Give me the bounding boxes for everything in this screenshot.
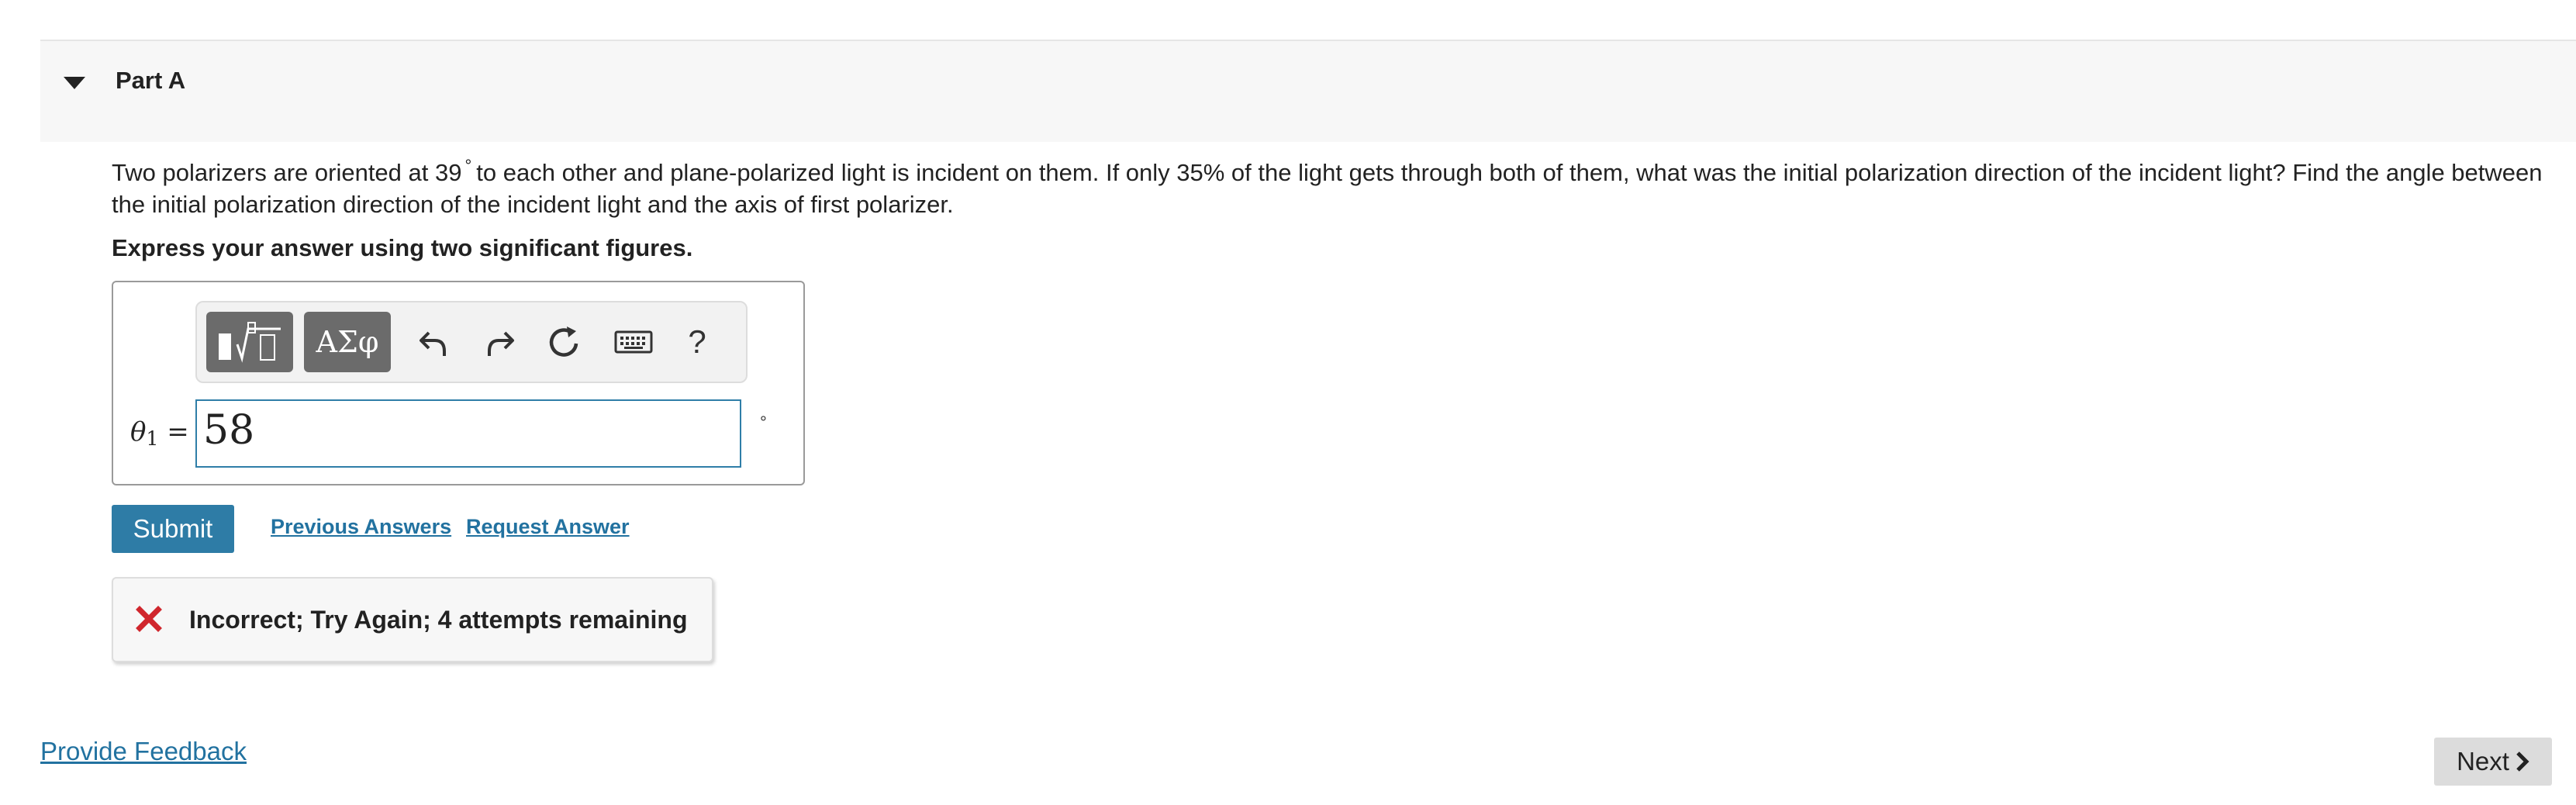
help-label: ?	[688, 323, 706, 360]
keyboard-icon	[614, 330, 653, 354]
degree-symbol: °	[464, 156, 472, 175]
variable-label: θ1 =	[130, 416, 189, 450]
question-text-end: to each other and plane-polarized light …	[112, 159, 2543, 218]
next-button[interactable]: Next	[2434, 738, 2552, 786]
answer-instruction: Express your answer using two significan…	[112, 234, 693, 261]
answer-input[interactable]: 58	[195, 399, 741, 468]
help-button[interactable]: ?	[672, 316, 723, 368]
reset-button[interactable]	[538, 316, 589, 368]
degree-unit: °	[760, 413, 767, 432]
chevron-right-icon	[2516, 751, 2529, 772]
question-text: Two polarizers are oriented at 39 ° to eac…	[112, 156, 2547, 219]
part-title: Part A	[116, 67, 186, 94]
variable-symbol: θ	[130, 416, 147, 447]
reset-icon	[549, 326, 578, 357]
keyboard-button[interactable]	[608, 316, 659, 368]
part-header[interactable]	[40, 41, 2576, 142]
incorrect-x-icon	[136, 606, 162, 632]
undo-button[interactable]	[408, 316, 459, 368]
fraction-sqrt-templates-icon	[219, 322, 281, 363]
question-text-start: Two polarizers are oriented at 39	[112, 159, 462, 186]
redo-button[interactable]	[475, 316, 526, 368]
greek-symbols-label: ΑΣφ	[316, 325, 379, 359]
undo-icon	[420, 331, 446, 356]
collapse-caret-icon[interactable]	[64, 77, 85, 89]
variable-subscript: 1	[146, 427, 159, 450]
next-label: Next	[2457, 747, 2509, 776]
redo-icon	[488, 331, 514, 356]
request-answer-link[interactable]: Request Answer	[466, 515, 630, 539]
templates-button[interactable]	[206, 312, 293, 372]
provide-feedback-link[interactable]: Provide Feedback	[40, 737, 247, 766]
submit-button[interactable]: Submit	[112, 505, 234, 553]
greek-symbols-button[interactable]: ΑΣφ	[304, 312, 391, 372]
previous-answers-link[interactable]: Previous Answers	[271, 515, 451, 539]
equals-sign: =	[167, 416, 189, 447]
feedback-message: Incorrect; Try Again; 4 attempts remaini…	[189, 606, 688, 634]
